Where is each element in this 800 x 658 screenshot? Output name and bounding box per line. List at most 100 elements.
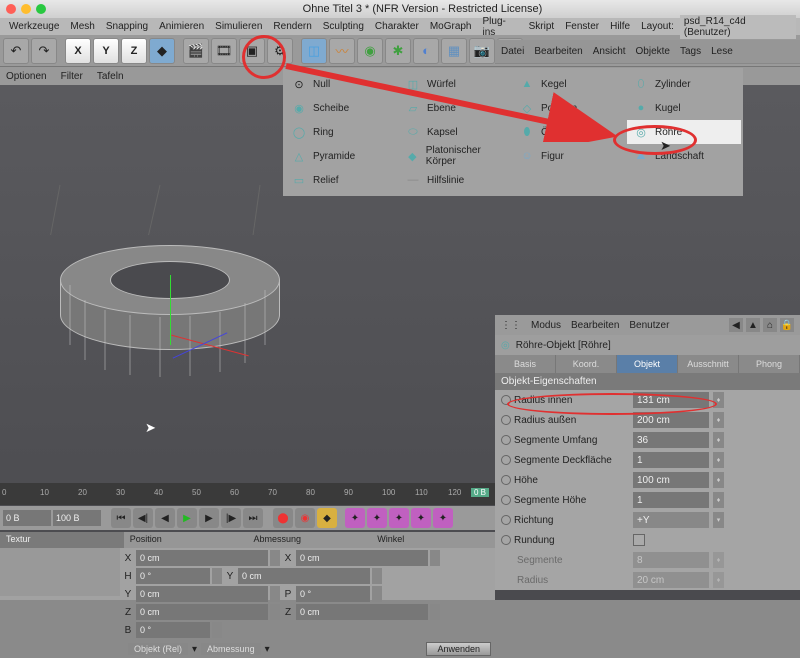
hoehe-input[interactable]: 100 cm: [633, 472, 709, 488]
render-settings-button[interactable]: ⚙: [267, 38, 293, 64]
axis-y-button[interactable]: Y: [93, 38, 119, 64]
layout-selector[interactable]: psd_R14_c4d (Benutzer): [680, 15, 796, 39]
primitive-landscape[interactable]: ⛰Landschaft: [627, 144, 741, 168]
menu-item[interactable]: Simulieren: [210, 21, 267, 32]
tab-phong[interactable]: Phong: [739, 355, 800, 373]
primitive-plane[interactable]: ▱Ebene: [399, 96, 513, 120]
primitive-polygon[interactable]: ◇Polygon: [513, 96, 627, 120]
spinner-button[interactable]: [270, 604, 280, 620]
viewport-menu[interactable]: Optionen: [6, 71, 47, 82]
param-key-button[interactable]: ✦: [411, 508, 431, 528]
spinner-button[interactable]: ♦: [713, 472, 724, 488]
render-picture-button[interactable]: 🎞: [211, 38, 237, 64]
menu-item[interactable]: Werkzeuge: [4, 21, 64, 32]
zoom-window-icon[interactable]: [36, 4, 46, 14]
tab-koord[interactable]: Koord.: [556, 355, 617, 373]
goto-end-button[interactable]: ⏭: [243, 508, 263, 528]
deformer-button[interactable]: ◐: [413, 38, 439, 64]
next-frame-button[interactable]: ▶: [199, 508, 219, 528]
om-menu[interactable]: Datei: [501, 46, 524, 57]
render-region-button[interactable]: ▣: [239, 38, 265, 64]
primitive-null[interactable]: ⊙Null: [285, 72, 399, 96]
end-frame-input[interactable]: 100 B: [53, 510, 101, 526]
attr-menu[interactable]: Bearbeiten: [571, 320, 619, 331]
scale-key-button[interactable]: ✦: [367, 508, 387, 528]
spinner-button[interactable]: ♦: [713, 452, 724, 468]
minimize-window-icon[interactable]: [21, 4, 31, 14]
nav-lock-button[interactable]: 🔒: [780, 318, 794, 332]
pos-X-input[interactable]: 0 cm: [136, 550, 268, 566]
ang-B-input[interactable]: 0 °: [136, 622, 210, 638]
axis-lock-button[interactable]: ◆: [149, 38, 175, 64]
richtung-select[interactable]: +Y: [633, 512, 709, 528]
tab-basis[interactable]: Basis: [495, 355, 556, 373]
play-button[interactable]: ▶: [177, 508, 197, 528]
goto-start-button[interactable]: ⏮: [111, 508, 131, 528]
redo-button[interactable]: ↷: [31, 38, 57, 64]
seg-deck-input[interactable]: 1: [633, 452, 709, 468]
om-menu[interactable]: Tags: [680, 46, 701, 57]
keyframe-dot[interactable]: [501, 495, 511, 505]
menu-item[interactable]: Plug-ins: [478, 16, 523, 38]
spinner-button[interactable]: ♦: [713, 492, 724, 508]
spinner-button[interactable]: [270, 550, 280, 566]
primitive-figure[interactable]: ☺Figur: [513, 144, 627, 168]
dim-X-input[interactable]: 0 cm: [296, 550, 428, 566]
menu-item[interactable]: Snapping: [101, 21, 153, 32]
dim-Z-input[interactable]: 0 cm: [296, 604, 428, 620]
seg-hoehe-input[interactable]: 1: [633, 492, 709, 508]
rundung-checkbox[interactable]: [633, 534, 645, 546]
spinner-button[interactable]: [212, 622, 222, 638]
tab-ausschnitt[interactable]: Ausschnitt: [678, 355, 739, 373]
primitive-tube[interactable]: ◎Röhre: [627, 120, 741, 144]
autokey-button[interactable]: ◉: [295, 508, 315, 528]
playhead[interactable]: 0 B: [471, 488, 489, 497]
primitive-platonic[interactable]: ◆Platonischer Körper: [399, 144, 513, 168]
viewport-menu[interactable]: Tafeln: [97, 71, 124, 82]
menu-item[interactable]: Skript: [524, 21, 560, 32]
primitive-ring[interactable]: ◯Ring: [285, 120, 399, 144]
primitive-cylinder[interactable]: ⬯Zylinder: [627, 72, 741, 96]
spline-button[interactable]: 〰: [329, 38, 355, 64]
spinner-button[interactable]: ♦: [713, 392, 724, 408]
primitive-disc[interactable]: ◉Scheibe: [285, 96, 399, 120]
primitive-guide[interactable]: —Hilfslinie: [399, 168, 513, 192]
timeline[interactable]: 0 10 20 30 40 50 60 70 80 90 100 110 120…: [0, 483, 495, 505]
spinner-button[interactable]: [212, 568, 222, 584]
nurbs-button[interactable]: ◉: [357, 38, 383, 64]
start-frame-input[interactable]: 0 B: [3, 510, 51, 526]
tab-objekt[interactable]: Objekt: [617, 355, 678, 373]
menu-item[interactable]: Mesh: [65, 21, 99, 32]
pos-key-button[interactable]: ✦: [345, 508, 365, 528]
render-view-button[interactable]: 🎬: [183, 38, 209, 64]
primitive-capsule[interactable]: ⬭Kapsel: [399, 120, 513, 144]
dropdown-icon[interactable]: ▾: [713, 512, 724, 528]
om-menu[interactable]: Ansicht: [593, 46, 626, 57]
nav-up-button[interactable]: ▲: [746, 318, 760, 332]
primitive-cone[interactable]: ▲Kegel: [513, 72, 627, 96]
keyframe-dot[interactable]: [501, 515, 511, 525]
apply-button[interactable]: Anwenden: [426, 642, 491, 656]
prev-key-button[interactable]: ◀|: [133, 508, 153, 528]
record-button[interactable]: ⬤: [273, 508, 293, 528]
menu-item[interactable]: Fenster: [560, 21, 604, 32]
keyframe-dot[interactable]: [501, 475, 511, 485]
close-window-icon[interactable]: [6, 4, 16, 14]
menu-item[interactable]: Sculpting: [318, 21, 369, 32]
pla-key-button[interactable]: ✦: [433, 508, 453, 528]
menu-item[interactable]: Rendern: [268, 21, 316, 32]
spinner-button[interactable]: [430, 550, 440, 566]
primitive-pyramid[interactable]: △Pyramide: [285, 144, 399, 168]
coord-mode-select[interactable]: Objekt (Rel): [128, 643, 188, 655]
timeline-ruler[interactable]: 0 10 20 30 40 50 60 70 80 90 100 110 120…: [0, 483, 495, 497]
keyframe-dot[interactable]: [501, 455, 511, 465]
rot-key-button[interactable]: ✦: [389, 508, 409, 528]
attr-handle-icon[interactable]: ⋮⋮: [501, 320, 521, 331]
primitive-cube-button[interactable]: ◫: [301, 38, 327, 64]
spinner-button[interactable]: [430, 604, 440, 620]
keyframe-dot[interactable]: [501, 415, 511, 425]
radius-aussen-input[interactable]: 200 cm: [633, 412, 709, 428]
om-menu[interactable]: Objekte: [636, 46, 670, 57]
material-preview[interactable]: [0, 548, 120, 596]
keyframe-dot[interactable]: [501, 395, 511, 405]
